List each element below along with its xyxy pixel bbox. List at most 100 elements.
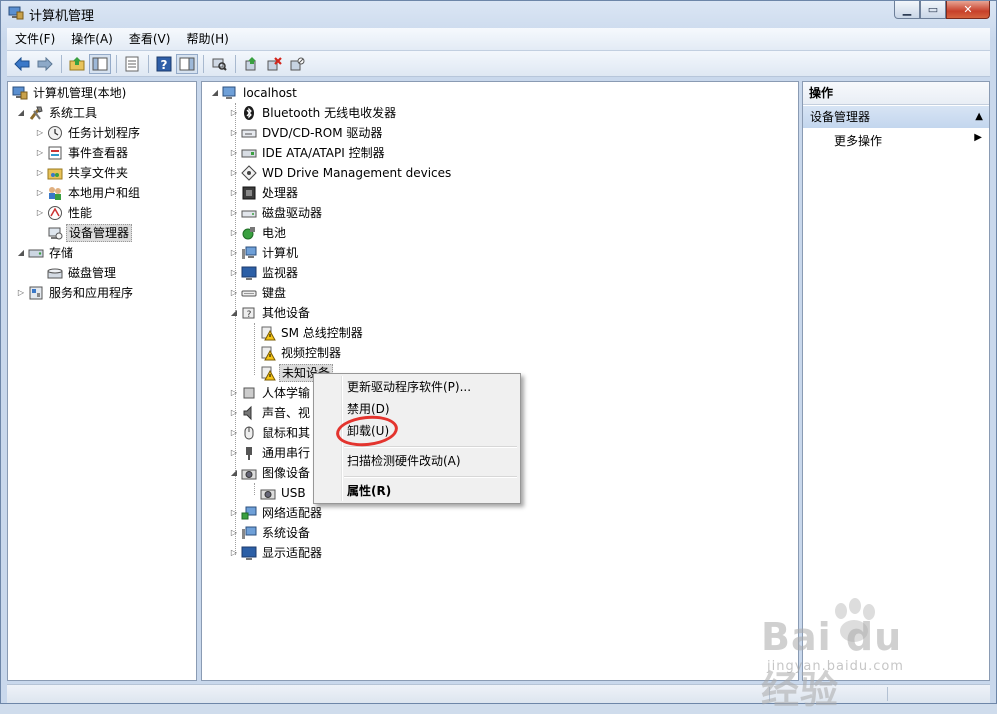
tree-item-system-tools[interactable]: ◢ 系统工具 [16,103,99,123]
collapse-arrow-icon[interactable]: ◢ [16,103,26,123]
tree-item-label: 磁盘管理 [68,266,117,280]
disable-device-button[interactable] [286,54,308,74]
collapse-arrow-icon[interactable]: ◢ [229,463,239,483]
tree-item-network-adapters[interactable]: ▷ 网络适配器 [229,503,324,523]
expand-arrow-icon[interactable]: ▷ [229,543,239,563]
expand-arrow-icon[interactable]: ▷ [35,183,45,203]
minimize-button[interactable]: ▁ [894,1,920,19]
tree-item-sound[interactable]: ▷ 声音、视 [229,403,312,423]
tree-item-display-adapters[interactable]: ▷ 显示适配器 [229,543,324,563]
menu-action[interactable]: 操作(A) [63,28,121,50]
up-level-button[interactable] [66,54,88,74]
tree-item-video-controller[interactable]: 视频控制器 [248,343,343,363]
menu-item-properties[interactable]: 属性(R) [347,480,391,502]
forward-button[interactable] [34,54,56,74]
tree-item-imaging-devices[interactable]: ◢ 图像设备 [229,463,312,483]
expand-arrow-icon[interactable]: ▷ [229,223,239,243]
expand-arrow-icon[interactable]: ▷ [229,103,239,123]
menu-view[interactable]: 查看(V) [121,28,179,50]
maximize-button[interactable]: ▭ [920,1,946,19]
expand-arrow-icon[interactable]: ▷ [35,203,45,223]
processor-icon [241,185,257,201]
tree-item-label: 系统设备 [262,526,311,540]
tree-item-usb-controllers[interactable]: ▷ 通用串行 [229,443,312,463]
tree-item-system-devices[interactable]: ▷ 系统设备 [229,523,312,543]
export-list-icon [125,56,139,71]
menu-item-scan-hardware[interactable]: 扫描检测硬件改动(A) [347,450,461,472]
tree-item-performance[interactable]: ▷ 性能 [35,203,94,223]
watermark-site: jingyan.baidu.com [767,659,904,674]
menu-file[interactable]: 文件(F) [7,28,63,50]
tree-item-ide-controller[interactable]: ▷ IDE ATA/ATAPI 控制器 [229,143,387,163]
optical-drive-icon [241,125,257,141]
expand-arrow-icon[interactable]: ▷ [229,243,239,263]
tree-item-local-users[interactable]: ▷ 本地用户和组 [35,183,142,203]
computer-management-icon [12,85,28,101]
close-button[interactable]: ✕ [946,1,990,19]
tree-item-shared-folders[interactable]: ▷ 共享文件夹 [35,163,130,183]
tree-item-battery[interactable]: ▷ 电池 [229,223,288,243]
expand-arrow-icon[interactable]: ▷ [229,203,239,223]
tree-item-event-viewer[interactable]: ▷ 事件查看器 [35,143,130,163]
tree-item-computer-management[interactable]: 计算机管理(本地) [10,83,128,103]
tree-item-processor[interactable]: ▷ 处理器 [229,183,300,203]
collapse-arrow-icon[interactable]: ◢ [229,303,239,323]
tree-item-disk-management[interactable]: 磁盘管理 [35,263,118,283]
update-driver-button[interactable] [240,54,262,74]
tree-item-localhost[interactable]: ◢ localhost [210,83,299,103]
expand-arrow-icon[interactable]: ▷ [16,283,26,303]
help-button[interactable]: ? [153,54,175,74]
console-tree-pane[interactable]: 计算机管理(本地) ◢ 系统工具 ▷ 任务计划程序 ▷ 事件查看器 ▷ 共享文件… [7,81,197,681]
menu-help[interactable]: 帮助(H) [178,28,236,50]
collapse-arrow-icon[interactable]: ◢ [16,243,26,263]
tree-item-device-manager[interactable]: 设备管理器 [35,223,133,243]
scan-hardware-button[interactable] [208,54,230,74]
back-button[interactable] [11,54,33,74]
expand-arrow-icon[interactable]: ▷ [229,163,239,183]
more-actions-link[interactable]: 更多操作 [834,131,882,151]
collapse-up-icon[interactable]: ▲ [975,106,983,128]
tree-item-sm-bus-controller[interactable]: SM 总线控制器 [248,323,365,343]
expand-arrow-icon[interactable]: ▷ [229,383,239,403]
expand-arrow-icon[interactable]: ▷ [35,163,45,183]
tree-item-storage[interactable]: ◢ 存储 [16,243,75,263]
expand-arrow-icon[interactable]: ▷ [229,263,239,283]
tree-item-bluetooth[interactable]: ▷ Bluetooth 无线电收发器 [229,103,398,123]
tree-item-hid[interactable]: ▷ 人体学输 [229,383,312,403]
tree-item-task-scheduler[interactable]: ▷ 任务计划程序 [35,123,142,143]
expand-arrow-icon[interactable]: ▷ [229,523,239,543]
disable-device-icon [290,57,305,70]
tree-item-dvd-rom[interactable]: ▷ DVD/CD-ROM 驱动器 [229,123,384,143]
expand-arrow-icon[interactable]: ▷ [229,443,239,463]
expand-arrow-icon[interactable]: ▷ [229,503,239,523]
menu-item-update-driver[interactable]: 更新驱动程序软件(P)... [347,376,471,398]
export-list-button[interactable] [121,54,143,74]
tree-item-mice[interactable]: ▷ 鼠标和其 [229,423,312,443]
tree-item-usb-camera[interactable]: USB [248,483,308,503]
expand-arrow-icon[interactable]: ▷ [229,143,239,163]
expand-arrow-icon[interactable]: ▷ [229,423,239,443]
title-bar[interactable]: 计算机管理 ▁ ▭ ✕ [1,1,996,27]
show-console-tree-button[interactable] [89,53,111,74]
shared-folder-icon [47,165,63,181]
tree-item-other-devices[interactable]: ◢ ? 其他设备 [229,303,312,323]
uninstall-device-button[interactable] [263,54,285,74]
tree-item-label: 共享文件夹 [68,166,129,180]
expand-arrow-icon[interactable]: ▷ [229,283,239,303]
expand-arrow-icon[interactable]: ▷ [229,403,239,423]
tree-item-computer[interactable]: ▷ 计算机 [229,243,300,263]
expand-arrow-icon[interactable]: ▷ [35,143,45,163]
expand-arrow-icon[interactable]: ▷ [35,123,45,143]
expand-arrow-icon[interactable]: ▷ [229,123,239,143]
tree-item-keyboards[interactable]: ▷ 键盘 [229,283,288,303]
show-action-pane-button[interactable] [176,53,198,74]
actions-section-device-manager[interactable]: 设备管理器 ▲ [803,106,989,128]
folder-up-icon [69,56,85,70]
tree-item-disk-drives[interactable]: ▷ 磁盘驱动器 [229,203,324,223]
menu-bar: 文件(F) 操作(A) 查看(V) 帮助(H) [7,28,990,51]
tree-item-wd-drive[interactable]: ▷ WD Drive Management devices [229,163,453,183]
tree-item-monitors[interactable]: ▷ 监视器 [229,263,300,283]
collapse-arrow-icon[interactable]: ◢ [210,83,220,103]
expand-arrow-icon[interactable]: ▷ [229,183,239,203]
tree-item-services-apps[interactable]: ▷ 服务和应用程序 [16,283,135,303]
